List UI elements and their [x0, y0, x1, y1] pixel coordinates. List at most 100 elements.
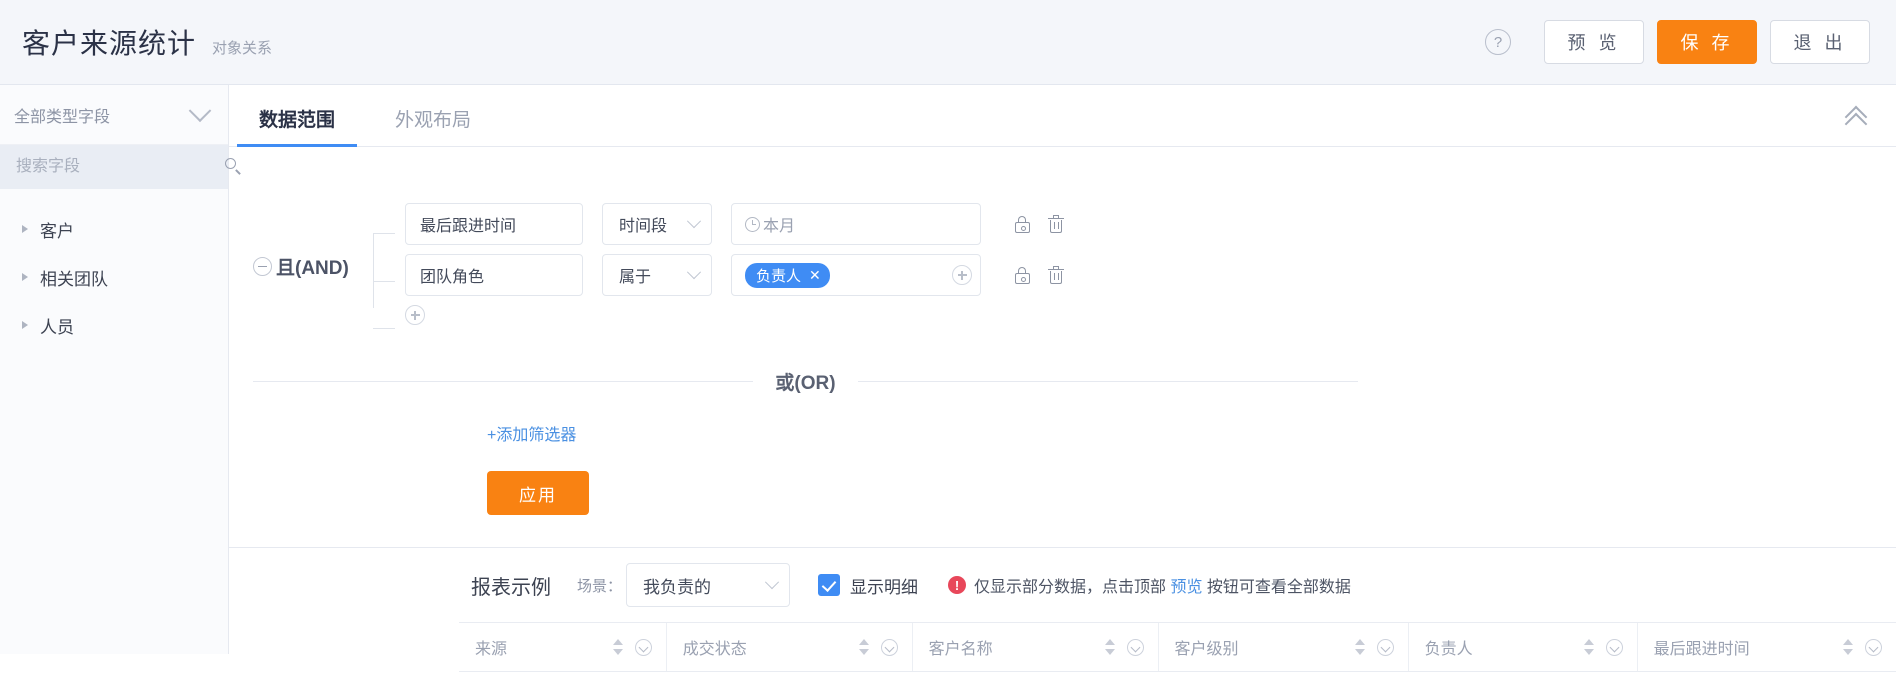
tree-item-label: 相关团队: [40, 269, 108, 289]
tab-bar: 数据范围 外观布局: [229, 85, 1896, 147]
condition-operator-select[interactable]: 属于: [602, 254, 712, 296]
table-column-header[interactable]: 客户名称: [913, 623, 1159, 671]
trash-icon: [1048, 215, 1064, 233]
table-header-row: 来源 成交状态 客户名称 客户级别 负责人 最后跟进时间: [459, 622, 1896, 672]
divider-line: [857, 381, 1358, 382]
group-operator-label: 且(AND): [276, 258, 349, 279]
trash-icon: [1048, 266, 1064, 284]
search-input[interactable]: [14, 157, 225, 177]
row-action-group: [1005, 209, 1073, 239]
divider-line: [253, 381, 754, 382]
double-chevron-up-icon[interactable]: [1844, 105, 1870, 136]
condition-operator-select[interactable]: 时间段: [602, 203, 712, 245]
minus-circle-icon[interactable]: [253, 257, 272, 276]
table-column-header[interactable]: 成交状态: [667, 623, 913, 671]
caret-right-icon: [22, 225, 28, 233]
tab-data-scope[interactable]: 数据范围: [236, 105, 358, 147]
question-mark-icon[interactable]: ?: [1485, 29, 1511, 55]
tree-item-label: 客户: [40, 221, 74, 241]
warning-suffix: 按钮可查看全部数据: [1202, 579, 1351, 596]
table-column-header[interactable]: 客户级别: [1159, 623, 1409, 671]
report-toolbar: 报表示例 场景： 我负责的 显示明细 ! 仅显示部分数据，点击顶部 预览 按钮可…: [229, 548, 1896, 622]
main-panel: 数据范围 外观布局 且(AND) 最后跟进时间 时间段 本月 团队角色 属于 负…: [229, 85, 1896, 672]
operator-label: 时间段: [619, 218, 668, 235]
column-label: 来源: [475, 641, 508, 658]
show-detail-label: 显示明细: [850, 577, 919, 597]
app-root: 客户来源统计 对象关系 ? 预 览 保 存 退 出 全部类型字段 客户: [0, 0, 1896, 672]
chevron-down-circle-icon[interactable]: [1376, 638, 1394, 656]
apply-button[interactable]: 应用: [487, 471, 589, 515]
sidebar-item-related-team[interactable]: 相关团队: [0, 253, 228, 301]
field-type-select[interactable]: 全部类型字段: [0, 85, 228, 145]
search-field-wrapper[interactable]: [0, 145, 236, 189]
condition-field-select[interactable]: 团队角色: [405, 254, 583, 296]
value-tag-label: 负责人: [756, 267, 802, 285]
value-tag[interactable]: 负责人 ✕: [745, 262, 830, 288]
column-label: 成交状态: [682, 641, 747, 658]
condition-value-text: 本月: [763, 218, 796, 235]
condition-rows: 最后跟进时间 时间段 本月 团队角色 属于 负责人 ✕: [405, 203, 1896, 334]
warning-prefix: 仅显示部分数据，点击顶部: [974, 579, 1171, 596]
or-label: 或(OR): [775, 373, 836, 394]
sidebar: 全部类型字段 客户 相关团队 人员: [0, 85, 236, 654]
chevron-down-circle-icon[interactable]: [880, 638, 898, 656]
lock-condition-button[interactable]: [1005, 260, 1039, 290]
report-title: 报表示例: [471, 576, 551, 599]
chevron-down-circle-icon[interactable]: [1126, 638, 1144, 656]
condition-value-tags[interactable]: 负责人 ✕: [731, 254, 981, 296]
delete-condition-button[interactable]: [1039, 209, 1073, 239]
sort-arrows-icon[interactable]: [1582, 638, 1596, 656]
table-column-header[interactable]: 负责人: [1409, 623, 1638, 671]
clock-icon: [745, 216, 760, 232]
field-type-select-label: 全部类型字段: [14, 108, 111, 126]
add-condition-button[interactable]: [405, 305, 425, 325]
chevron-down-circle-icon[interactable]: [1605, 638, 1623, 656]
scene-select[interactable]: 我负责的: [626, 563, 791, 607]
sidebar-item-personnel[interactable]: 人员: [0, 301, 228, 349]
add-value-icon[interactable]: [952, 265, 972, 285]
tree-bracket: [369, 209, 405, 334]
table-column-header[interactable]: 来源: [459, 623, 667, 671]
scene-label: 场景：: [577, 577, 623, 595]
warning-text: 仅显示部分数据，点击顶部 预览 按钮可查看全部数据: [974, 573, 1351, 597]
bracket-vertical-line: [373, 233, 374, 308]
warning-message: ! 仅显示部分数据，点击顶部 预览 按钮可查看全部数据: [948, 573, 1351, 597]
sort-arrows-icon[interactable]: [1103, 638, 1117, 656]
condition-value-input[interactable]: 本月: [731, 203, 981, 245]
column-label: 客户级别: [1174, 641, 1239, 658]
page-subtitle: 对象关系: [212, 40, 273, 57]
caret-right-icon: [22, 321, 28, 329]
page-title: 客户来源统计: [22, 28, 197, 59]
lock-icon: [1014, 266, 1030, 284]
group-operator-node[interactable]: 且(AND): [253, 253, 369, 280]
sort-arrows-icon[interactable]: [1841, 638, 1855, 656]
operator-label: 属于: [619, 269, 652, 286]
or-divider: 或(OR): [253, 368, 1358, 395]
table-body: [459, 672, 1896, 684]
close-icon[interactable]: ✕: [809, 267, 821, 284]
add-condition-row: [405, 305, 1896, 325]
add-filter-link[interactable]: +添加筛选器: [487, 421, 576, 445]
sort-arrows-icon[interactable]: [857, 638, 871, 656]
chevron-down-circle-icon[interactable]: [634, 638, 652, 656]
chevron-down-circle-icon[interactable]: [1865, 638, 1882, 656]
condition-row: 最后跟进时间 时间段 本月: [405, 203, 1896, 245]
tab-appearance-layout[interactable]: 外观布局: [389, 105, 477, 146]
lock-icon: [1014, 215, 1030, 233]
sort-arrows-icon[interactable]: [611, 638, 625, 656]
show-detail-checkbox[interactable]: [818, 574, 841, 596]
warning-preview-link[interactable]: 预览: [1170, 579, 1202, 596]
preview-button[interactable]: 预 览: [1544, 20, 1644, 64]
delete-condition-button[interactable]: [1039, 260, 1073, 290]
save-button[interactable]: 保 存: [1657, 20, 1757, 64]
table-column-header[interactable]: 最后跟进时间: [1638, 623, 1896, 671]
chevron-down-icon: [764, 575, 780, 590]
lock-condition-button[interactable]: [1005, 209, 1039, 239]
chevron-down-icon: [686, 214, 702, 229]
condition-field-select[interactable]: 最后跟进时间: [405, 203, 583, 245]
report-table: 来源 成交状态 客户名称 客户级别 负责人 最后跟进时间: [229, 622, 1896, 672]
sidebar-item-customer[interactable]: 客户: [0, 205, 228, 253]
sort-arrows-icon[interactable]: [1353, 638, 1367, 656]
exit-button[interactable]: 退 出: [1770, 20, 1870, 64]
title-group: 客户来源统计 对象关系: [22, 22, 272, 62]
